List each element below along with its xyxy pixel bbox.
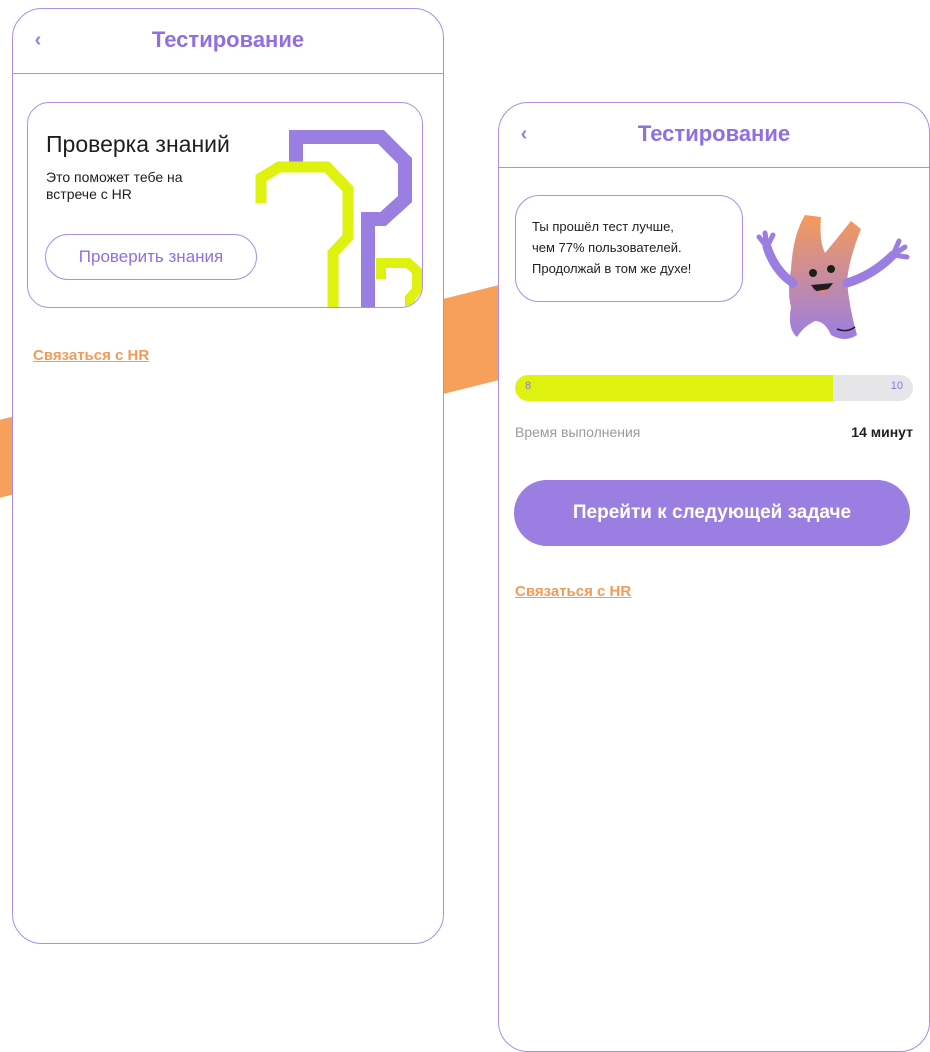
completion-time-value: 14 минут bbox=[851, 424, 913, 440]
mascot-character-illustration bbox=[756, 215, 910, 339]
knowledge-check-card: Проверка знаний Это поможет тебе на встр… bbox=[27, 102, 423, 308]
page-title: Тестирование bbox=[637, 121, 791, 146]
progress-total-value: 10 bbox=[890, 380, 903, 392]
bubble-text-line: Ты прошёл тест лучше, bbox=[532, 219, 674, 234]
card-description: Это поможет тебе на встрече с HR bbox=[46, 169, 183, 202]
header: ‹ Тестирование bbox=[499, 103, 929, 168]
contact-hr-link[interactable]: Связаться с HR bbox=[515, 583, 631, 600]
next-task-button[interactable]: Перейти к следующей задаче bbox=[514, 480, 910, 546]
phone-screen-result: ‹ Тестирование Ты прошёл тест лучше, чем… bbox=[498, 102, 930, 1052]
orange-stripe-decoration bbox=[440, 284, 502, 395]
result-speech-bubble: Ты прошёл тест лучше, чем 77% пользовате… bbox=[515, 195, 743, 302]
bubble-text-line: Продолжай в том же духе! bbox=[532, 261, 692, 276]
question-marks-illustration bbox=[255, 130, 422, 307]
progress-fill bbox=[515, 375, 834, 401]
card-title: Проверка знаний bbox=[46, 131, 230, 157]
phone-screen-intro: ‹ Тестирование Проверка знаний Это помож… bbox=[12, 8, 444, 944]
header: ‹ Тестирование bbox=[13, 9, 443, 74]
check-knowledge-button[interactable]: Проверить знания bbox=[45, 234, 257, 280]
score-progress-bar: 8 10 bbox=[515, 375, 913, 401]
completion-time-label: Время выполнения bbox=[515, 424, 641, 440]
page-title: Тестирование bbox=[151, 27, 305, 52]
progress-current-value: 8 bbox=[525, 380, 532, 392]
contact-hr-link[interactable]: Связаться с HR bbox=[33, 347, 149, 364]
bubble-text-line: чем 77% пользователей. bbox=[532, 240, 682, 255]
